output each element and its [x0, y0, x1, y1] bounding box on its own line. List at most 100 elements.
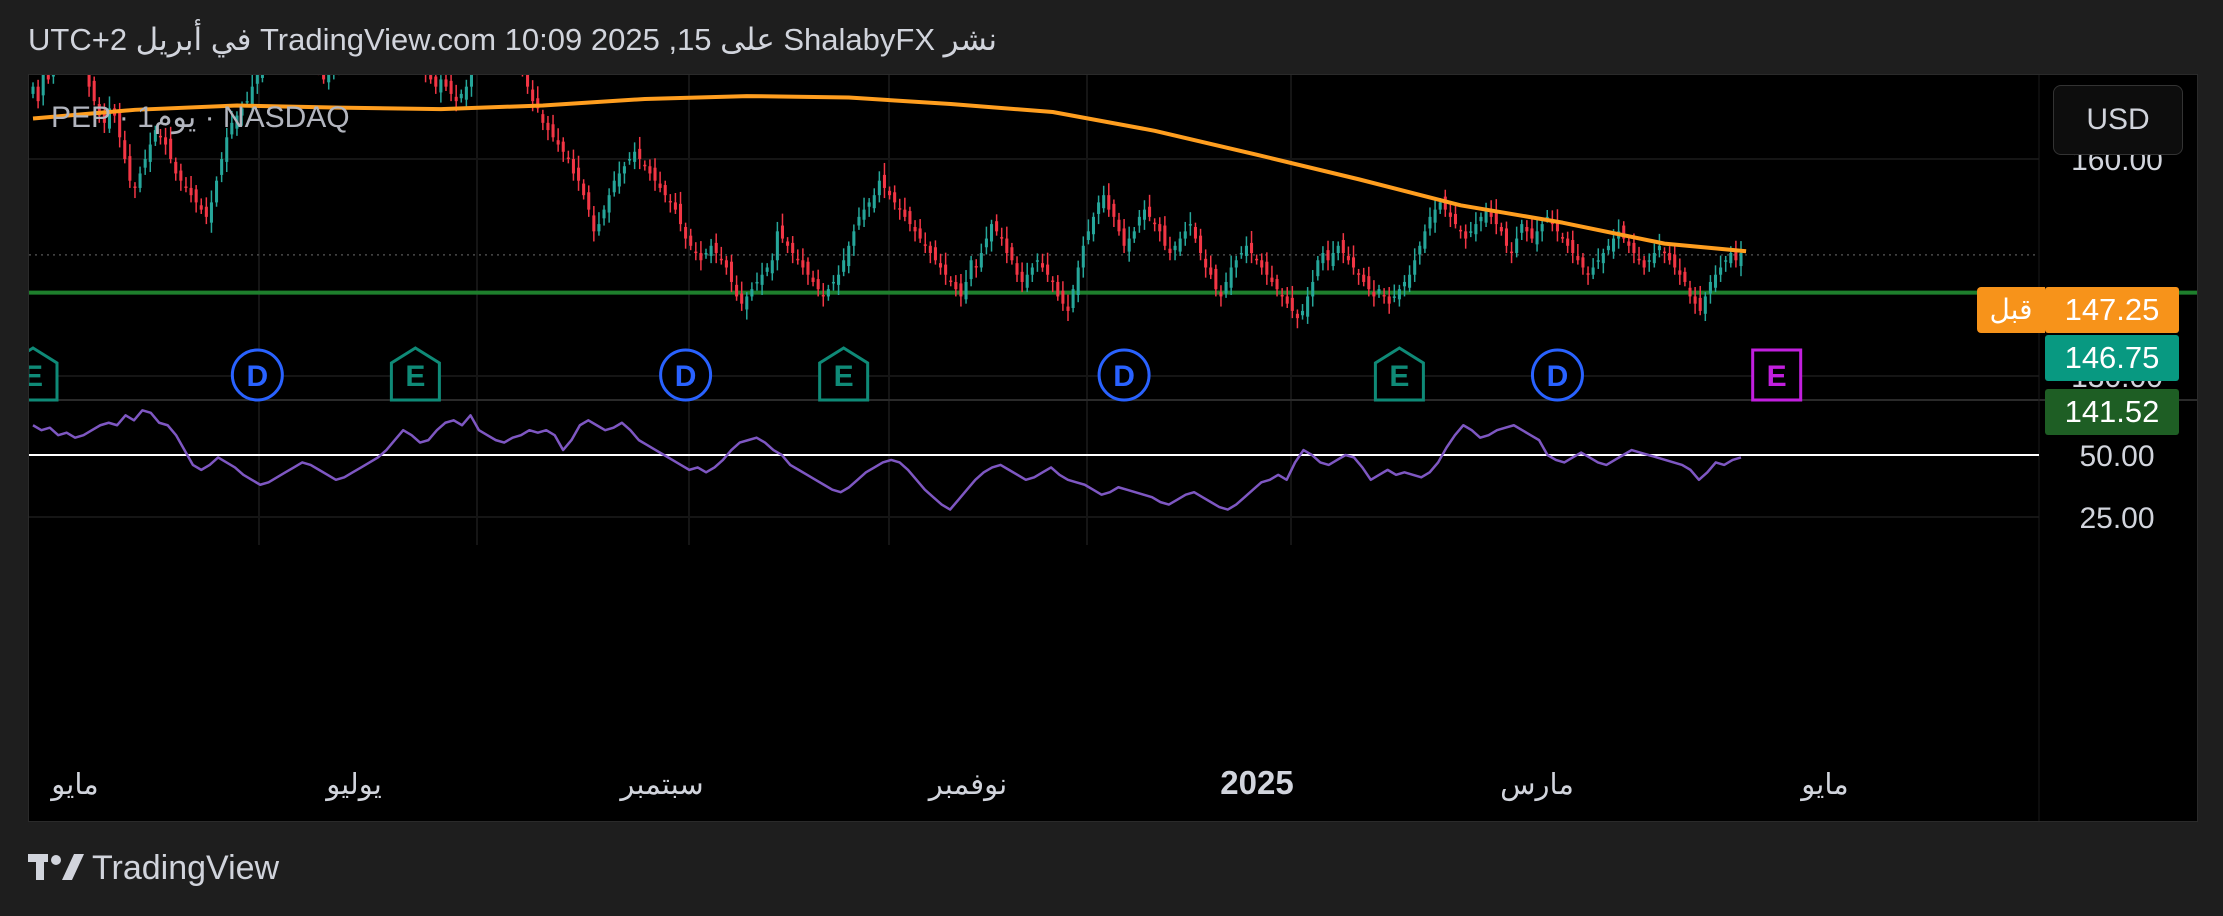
dividend-marker: D	[659, 348, 713, 402]
candle	[1719, 255, 1723, 282]
chart-canvas[interactable]: EDEDEDEDE 160.00130.0050.0025.00 مايويول…	[29, 75, 2197, 821]
candle	[1117, 212, 1121, 236]
event-letter: E	[29, 360, 43, 393]
candle	[1142, 200, 1146, 230]
tradingview-logo[interactable]: TradingView	[28, 848, 279, 888]
candle	[806, 257, 810, 285]
candle	[1204, 249, 1208, 278]
candle	[143, 149, 147, 175]
candle	[1708, 275, 1712, 304]
event-letter: E	[405, 360, 425, 393]
candle	[551, 114, 555, 142]
candle	[1081, 236, 1085, 278]
candle	[1046, 252, 1050, 282]
rsi-line	[32, 409, 1742, 511]
candle	[658, 171, 662, 193]
prev-close-label: قبل	[1977, 287, 2045, 333]
candle	[694, 242, 698, 261]
candle	[1158, 217, 1162, 242]
candle	[128, 144, 132, 188]
candle	[1076, 260, 1080, 303]
candle	[1255, 254, 1259, 265]
candle	[1499, 222, 1503, 236]
candle	[607, 188, 611, 223]
candle	[1561, 232, 1565, 243]
candle	[1474, 212, 1478, 242]
candle	[1260, 253, 1264, 275]
time-tick-label: مارس	[1500, 769, 1574, 802]
candle	[811, 270, 815, 287]
candle	[1448, 203, 1452, 227]
candle	[918, 219, 922, 243]
candle	[1515, 226, 1519, 258]
candle	[327, 75, 331, 90]
candle	[1015, 256, 1019, 282]
candle	[1647, 253, 1651, 272]
candle	[755, 272, 759, 291]
candle	[444, 75, 448, 92]
candle	[46, 75, 50, 84]
candle	[939, 253, 943, 275]
candle	[536, 86, 540, 113]
candle	[913, 220, 917, 242]
candle	[1713, 265, 1718, 293]
candle	[582, 179, 586, 200]
event-letter: E	[1767, 360, 1787, 393]
candle	[872, 188, 876, 213]
currency-button[interactable]: USD	[2053, 85, 2183, 155]
candle	[1504, 221, 1508, 254]
candle	[648, 159, 652, 181]
grid-lines	[29, 75, 2039, 545]
candle	[831, 275, 835, 291]
candle	[1433, 197, 1437, 233]
event-markers: EDEDEDEDE	[29, 346, 1803, 402]
chart-frame[interactable]: EDEDEDEDE 160.00130.0050.0025.00 مايويول…	[28, 74, 2198, 822]
candle	[989, 219, 994, 252]
candle	[1010, 242, 1014, 265]
candle	[215, 176, 219, 207]
candle	[1051, 276, 1055, 293]
candle	[1056, 275, 1060, 301]
candle	[1265, 252, 1269, 285]
candle	[842, 248, 846, 277]
candle	[1153, 218, 1157, 232]
candle	[729, 254, 734, 293]
candle	[1035, 253, 1039, 272]
candle	[770, 253, 774, 281]
rsi-tick-label: 50.00	[2079, 440, 2154, 473]
candle	[566, 150, 570, 164]
candle	[1382, 288, 1386, 304]
candle	[709, 238, 713, 264]
candle	[1362, 267, 1366, 287]
candle	[1127, 226, 1131, 262]
candle	[622, 161, 626, 184]
candle	[612, 171, 616, 197]
candle	[1678, 258, 1682, 285]
candle	[719, 246, 723, 265]
candle	[1479, 212, 1483, 232]
candle	[714, 233, 718, 264]
candle	[1102, 185, 1106, 213]
candle	[1030, 263, 1034, 282]
candle	[780, 213, 785, 243]
candle	[1020, 262, 1024, 293]
candle	[1683, 267, 1687, 287]
candle	[1555, 209, 1559, 242]
candle	[1688, 280, 1692, 304]
candle	[862, 197, 866, 227]
candle	[949, 276, 953, 287]
candle	[1097, 195, 1101, 225]
candle	[903, 197, 907, 222]
candle	[933, 240, 937, 265]
candle	[1581, 253, 1585, 275]
candle	[796, 249, 800, 265]
candle	[179, 163, 183, 191]
rsi-tick-label: 25.00	[2079, 502, 2154, 535]
pane-separator	[29, 75, 2197, 821]
candle	[1132, 226, 1136, 243]
candle	[1724, 255, 1728, 272]
candle	[857, 207, 861, 230]
candle	[1413, 248, 1417, 282]
candle	[31, 82, 35, 99]
dividend-marker: D	[1097, 348, 1151, 402]
